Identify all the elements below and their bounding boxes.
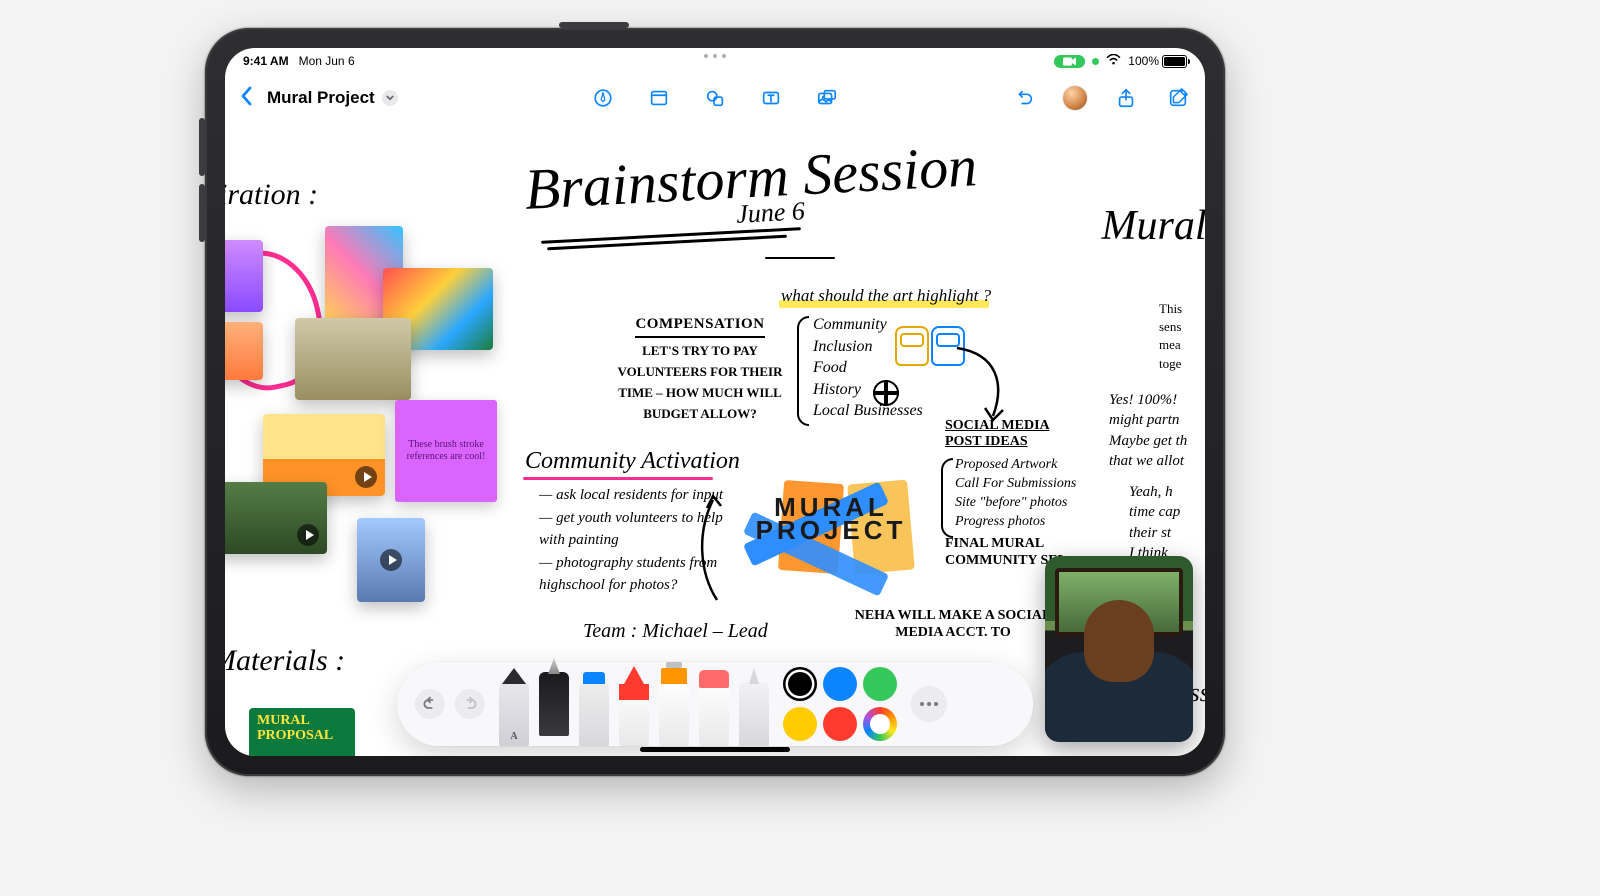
tool-crayon[interactable]	[619, 682, 649, 746]
drawing-tool-dock	[397, 662, 1033, 746]
status-time: 9:41 AM	[243, 54, 289, 68]
freeform-canvas[interactable]: Brainstorm Session June 6 iration : Mate…	[225, 122, 1205, 756]
note-compensation: COMPENSATION LET'S TRY TO PAY VOLUNTEERS…	[615, 314, 785, 425]
fist-icon	[895, 326, 929, 366]
home-indicator[interactable]	[640, 747, 790, 752]
play-icon	[380, 549, 402, 571]
note-social: SOCIAL MEDIAPOST IDEAS	[945, 418, 1095, 450]
more-tools-button[interactable]	[911, 686, 947, 722]
shapes-button[interactable]	[702, 85, 728, 111]
color-red[interactable]	[823, 707, 857, 741]
underline-pink	[523, 477, 713, 480]
battery-indicator: 100%	[1128, 54, 1187, 68]
heading-activation: Community Activation	[525, 448, 740, 475]
color-blue[interactable]	[823, 667, 857, 701]
tool-pen[interactable]	[539, 672, 569, 736]
photo[interactable]	[295, 318, 411, 400]
note-right-2: Yes! 100%! might partn Maybe get th that…	[1109, 390, 1205, 471]
note-team: Team : Michael – Lead	[583, 620, 768, 643]
battery-pct: 100%	[1128, 54, 1159, 68]
share-button[interactable]	[1113, 85, 1139, 111]
volume-up-button	[199, 118, 205, 176]
pip-person-head	[1084, 600, 1154, 682]
document-title-text: Mural Project	[267, 88, 375, 108]
ipad-frame: 9:41 AM Mon Jun 6 100%	[205, 28, 1225, 776]
wifi-icon	[1106, 54, 1121, 68]
photo[interactable]	[225, 240, 263, 312]
arrow-icon	[687, 492, 727, 602]
play-icon	[297, 524, 319, 546]
facetime-pip[interactable]	[1045, 556, 1193, 742]
tool-eraser[interactable]	[699, 682, 729, 746]
screen: 9:41 AM Mon Jun 6 100%	[225, 48, 1205, 756]
collaborator-avatar[interactable]	[1063, 86, 1087, 110]
video-thumb[interactable]	[225, 482, 327, 554]
photo[interactable]	[225, 322, 263, 380]
document-title[interactable]: Mural Project	[267, 88, 398, 108]
note-social-list: Proposed Artwork Call For Submissions Si…	[955, 456, 1076, 532]
globe-icon	[873, 380, 899, 406]
media-button[interactable]	[814, 85, 840, 111]
color-black[interactable]	[783, 667, 817, 701]
tool-fill[interactable]	[659, 682, 689, 746]
sticky-note[interactable]: These brush stroke references are cool!	[395, 400, 497, 502]
app-toolbar: Mural Project	[225, 74, 1205, 122]
note-right-1: This sens mea toge	[1159, 300, 1205, 373]
back-button[interactable]	[239, 86, 255, 111]
pen-tool-button[interactable]	[590, 85, 616, 111]
color-yellow[interactable]	[783, 707, 817, 741]
battery-icon	[1162, 55, 1187, 68]
note-neha: NEHA WILL MAKE A SOCIAL MEDIA ACCT. TO	[853, 608, 1053, 642]
text-box-button[interactable]	[758, 85, 784, 111]
video-thumb[interactable]	[357, 518, 425, 602]
status-bar: 9:41 AM Mon Jun 6 100%	[225, 48, 1205, 74]
tool-pencil[interactable]	[499, 682, 529, 746]
dock-undo-button[interactable]	[415, 689, 445, 719]
note-right-3: Yeah, h time cap their st I think	[1129, 482, 1205, 563]
proposal-card[interactable]: MURALPROPOSAL	[249, 708, 355, 756]
dock-redo-button[interactable]	[455, 689, 485, 719]
facetime-pill[interactable]	[1054, 55, 1085, 68]
mural-logo-art: MURALPROJECT	[731, 472, 931, 612]
volume-down-button	[199, 184, 205, 242]
status-date: Mon Jun 6	[299, 54, 355, 68]
bracket-icon	[797, 316, 809, 426]
arrow-icon	[953, 344, 1013, 424]
heading-inspiration: iration :	[225, 178, 318, 212]
underline	[765, 257, 835, 259]
note-highlight-q: what should the art highlight ?	[781, 286, 991, 306]
tool-selection[interactable]	[739, 682, 769, 746]
bracket-icon	[941, 458, 953, 538]
sticky-note-button[interactable]	[646, 85, 672, 111]
location-indicator-icon	[1092, 58, 1099, 65]
color-picker-button[interactable]	[863, 707, 897, 741]
compose-button[interactable]	[1165, 85, 1191, 111]
power-button	[559, 22, 629, 28]
multitask-dots[interactable]	[704, 54, 726, 58]
tool-marker[interactable]	[579, 682, 609, 746]
heading-brainstorm: Brainstorm Session June 6	[523, 140, 979, 237]
color-palette	[783, 667, 897, 741]
heading-right: Mural C	[1101, 202, 1205, 250]
undo-button[interactable]	[1011, 85, 1037, 111]
heading-materials: Materials :	[225, 644, 345, 678]
play-icon	[355, 466, 377, 488]
chevron-down-icon	[382, 90, 398, 106]
color-green[interactable]	[863, 667, 897, 701]
